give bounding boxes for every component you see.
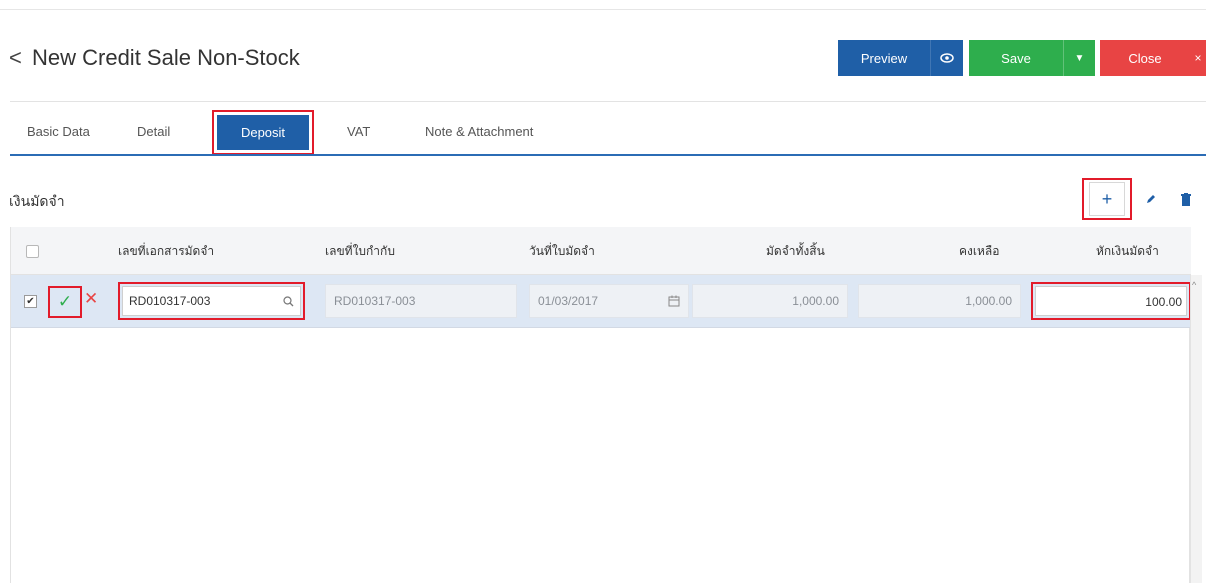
date-field: 01/03/2017 [529, 284, 689, 318]
select-all-checkbox[interactable] [26, 245, 39, 258]
caret-down-icon[interactable]: ▼ [1063, 40, 1095, 76]
table-header: เลขที่เอกสารมัดจำ เลขที่ใบกำกับ วันที่ใบ… [11, 227, 1191, 275]
pencil-icon [1147, 195, 1155, 203]
tab-deposit-label: Deposit [217, 115, 309, 150]
col-total: มัดจำทั้งสิ้น [766, 244, 825, 258]
section-title: เงินมัดจำ [9, 194, 65, 210]
doc-no-input[interactable]: RD010317-003 [122, 286, 301, 316]
tab-detail[interactable]: Detail [137, 110, 170, 153]
col-tax-invoice-no: เลขที่ใบกำกับ [325, 244, 395, 258]
plus-icon[interactable]: + [1089, 182, 1125, 216]
close-button[interactable]: Close × [1100, 40, 1206, 76]
save-button-label: Save [1001, 50, 1031, 66]
trash-icon [1181, 192, 1191, 206]
tab-bar: Basic Data Detail Deposit VAT Note & Att… [10, 110, 1206, 155]
tab-basic-data[interactable]: Basic Data [27, 110, 90, 153]
doc-no-field[interactable]: RD010317-003 [118, 282, 305, 320]
remaining-field: 1,000.00 [858, 284, 1021, 318]
close-icon[interactable]: × [1190, 40, 1206, 76]
tab-deposit[interactable]: Deposit [212, 110, 314, 155]
deduct-input[interactable]: 100.00 [1035, 286, 1187, 316]
search-icon[interactable] [283, 295, 294, 307]
header-divider [10, 101, 1206, 102]
tab-note-attachment[interactable]: Note & Attachment [425, 110, 533, 153]
preview-button[interactable]: Preview [838, 40, 963, 76]
date-value: 01/03/2017 [538, 294, 599, 308]
calendar-icon[interactable] [668, 295, 680, 307]
edit-button[interactable] [1134, 178, 1168, 220]
preview-button-label: Preview [860, 50, 908, 66]
col-remaining: คงเหลือ [959, 244, 1000, 258]
back-icon[interactable]: < [9, 44, 22, 72]
add-button[interactable]: + [1082, 178, 1132, 220]
vertical-scrollbar[interactable] [1190, 275, 1202, 583]
top-border [0, 0, 1206, 10]
save-button[interactable]: Save ▼ [969, 40, 1095, 76]
doc-no-value: RD010317-003 [129, 294, 211, 308]
col-doc-no: เลขที่เอกสารมัดจำ [118, 244, 215, 258]
tab-vat[interactable]: VAT [347, 110, 370, 153]
deposit-table: เลขที่เอกสารมัดจำ เลขที่ใบกำกับ วันที่ใบ… [10, 227, 1191, 583]
row-checkbox[interactable]: ✔ [24, 295, 37, 308]
table-row[interactable]: ✔ ✓ ✕ RD010317-003 RD010317-003 01/03/20… [11, 275, 1191, 328]
check-icon: ✓ [57, 292, 73, 311]
eye-icon[interactable] [930, 40, 963, 76]
cancel-row-icon[interactable]: ✕ [84, 289, 98, 309]
total-field: 1,000.00 [692, 284, 848, 318]
delete-button[interactable] [1170, 178, 1202, 220]
deduct-field[interactable]: 100.00 [1031, 282, 1191, 320]
col-deduct: หักเงินมัดจำ [1096, 244, 1159, 258]
close-button-label: Close [1128, 50, 1162, 66]
col-date: วันที่ใบมัดจำ [529, 244, 595, 258]
tab-underline [10, 154, 1206, 156]
scroll-up-icon[interactable]: ^ [1192, 280, 1196, 290]
page-title: New Credit Sale Non-Stock [32, 45, 300, 70]
page-header: < New Credit Sale Non-Stock Preview Save… [0, 30, 1206, 86]
tax-invoice-no-field: RD010317-003 [325, 284, 517, 318]
confirm-row-button[interactable]: ✓ [48, 286, 82, 318]
